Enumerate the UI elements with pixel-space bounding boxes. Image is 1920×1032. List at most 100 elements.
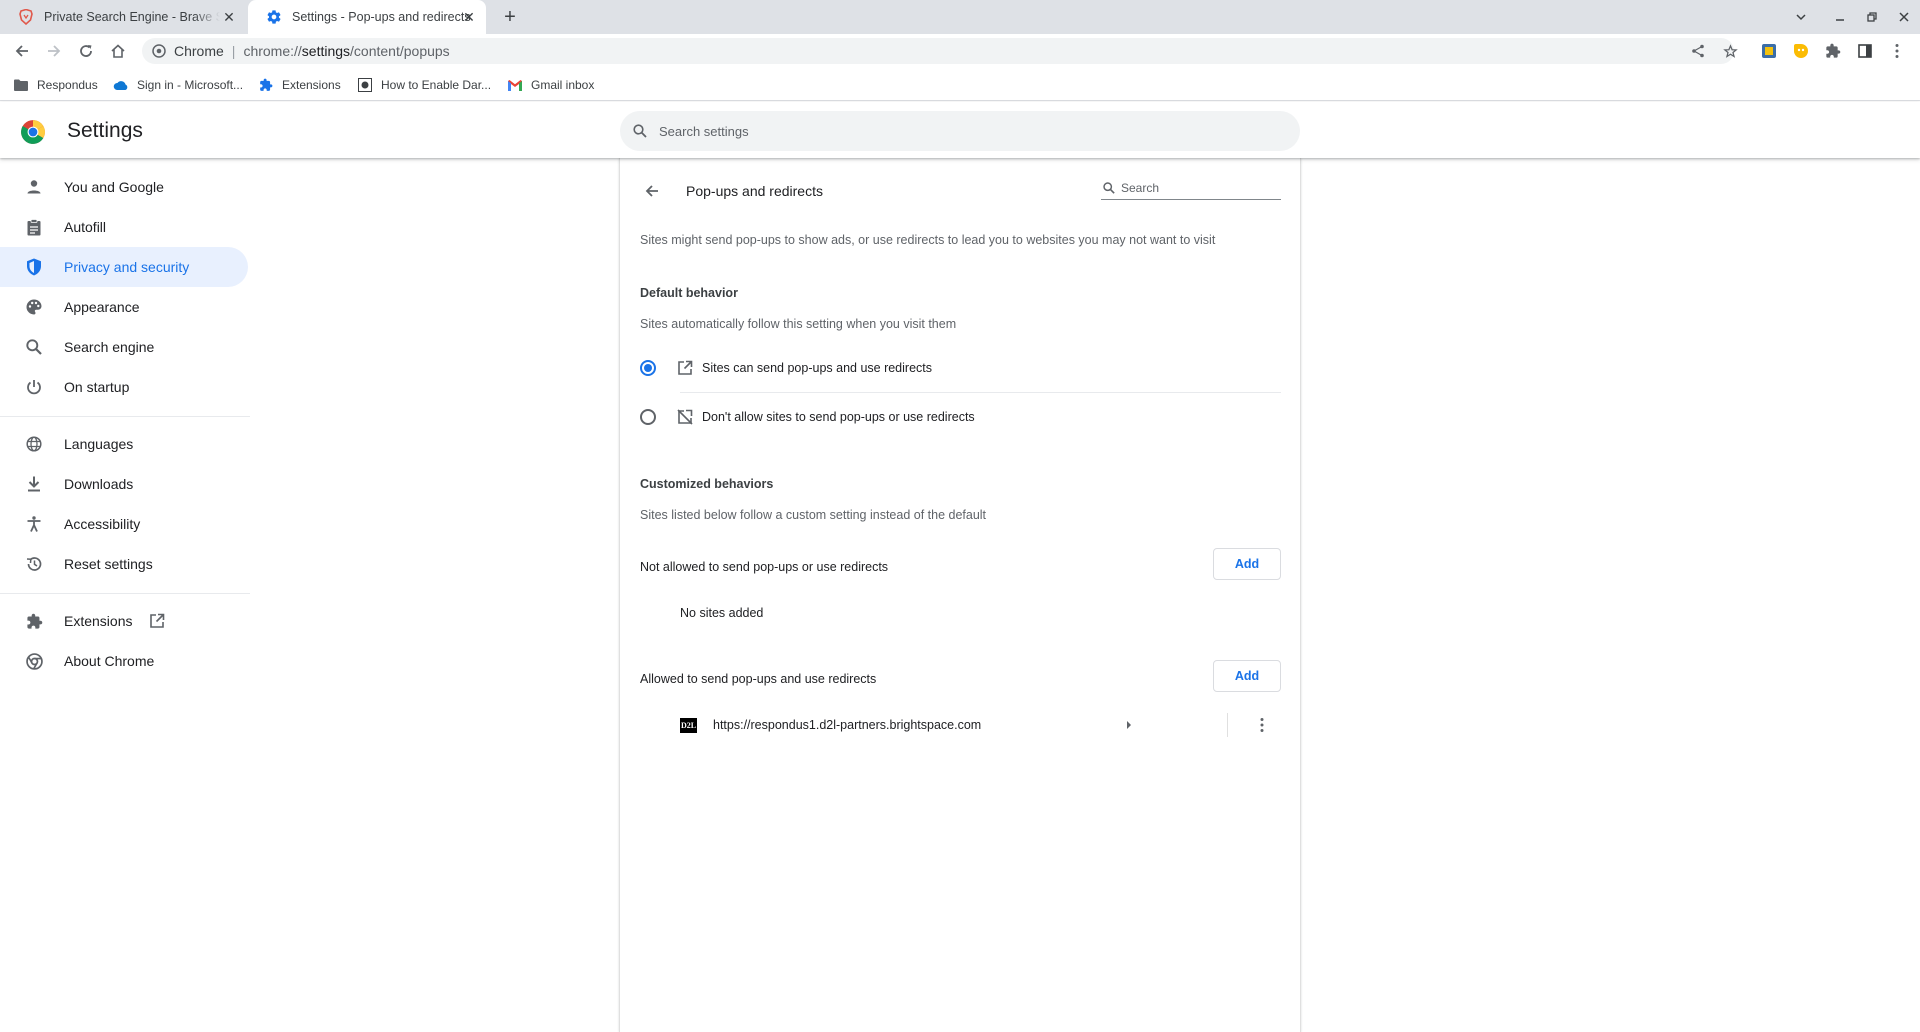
nav-about-chrome[interactable]: About Chrome [0, 641, 248, 681]
reload-icon[interactable] [74, 39, 98, 63]
radio-button-unselected[interactable] [640, 409, 656, 425]
radio-block-popups[interactable]: Don't allow sites to send pop-ups or use… [640, 397, 1281, 437]
forward-arrow-icon[interactable] [42, 39, 66, 63]
site-chip-label: Chrome [174, 43, 224, 59]
shield-icon [24, 257, 44, 277]
tab-title: Private Search Engine - Brave Search [44, 10, 220, 24]
nav-label: Accessibility [64, 516, 141, 532]
nav-downloads[interactable]: Downloads [0, 464, 248, 504]
no-sites-added-text: No sites added [680, 606, 764, 620]
nav-you-and-google[interactable]: You and Google [0, 167, 248, 207]
default-behavior-subtext: Sites automatically follow this setting … [640, 317, 957, 331]
nav-label: Search engine [64, 339, 155, 355]
back-arrow-icon[interactable] [10, 39, 34, 63]
arrow-right-icon[interactable] [1125, 719, 1133, 731]
radio-button-selected[interactable] [640, 360, 656, 376]
radio-allow-popups[interactable]: Sites can send pop-ups and use redirects [640, 348, 1281, 388]
nav-appearance[interactable]: Appearance [0, 287, 248, 327]
option-divider [680, 392, 1281, 393]
more-vert-icon[interactable] [1885, 39, 1909, 63]
nav-divider [0, 416, 250, 417]
chrome-site-icon[interactable] [152, 44, 166, 58]
close-tab-icon[interactable]: ✕ [220, 8, 238, 26]
site-favicon-icon [357, 77, 373, 93]
more-actions-icon[interactable] [1260, 717, 1264, 733]
bookmark-gmail[interactable]: Gmail inbox [507, 76, 594, 94]
add-allowed-site-button[interactable]: Add [1213, 660, 1281, 692]
site-search-placeholder: Search [1121, 180, 1160, 195]
person-icon [24, 177, 44, 197]
nav-label: Reset settings [64, 556, 153, 572]
pacman-extension-icon[interactable] [1789, 39, 1813, 63]
add-blocked-site-button[interactable]: Add [1213, 548, 1281, 580]
allowed-site-row[interactable]: D2L https://respondus1.d2l-partners.brig… [640, 705, 1281, 745]
omnibox-divider: | [231, 43, 236, 59]
close-tab-icon[interactable]: ✕ [460, 8, 478, 26]
url-text: chrome://settings/content/popups [243, 43, 450, 59]
nav-label: Appearance [64, 299, 140, 315]
power-icon [24, 377, 44, 397]
customized-behaviors-heading: Customized behaviors [640, 477, 774, 491]
bookmark-extensions[interactable]: Extensions [258, 76, 341, 94]
site-url: https://respondus1.d2l-partners.brightsp… [713, 718, 982, 732]
share-icon[interactable] [1686, 39, 1710, 63]
nav-on-startup[interactable]: On startup [0, 367, 248, 407]
settings-search-input[interactable]: Search settings [620, 111, 1300, 151]
puzzle-icon [258, 77, 274, 93]
home-icon[interactable] [106, 39, 130, 63]
tab-settings-popups[interactable]: Settings - Pop-ups and redirects ✕ [248, 0, 486, 34]
close-window-icon[interactable] [1888, 0, 1920, 34]
nav-reset-settings[interactable]: Reset settings [0, 544, 248, 584]
nav-autofill[interactable]: Autofill [0, 207, 248, 247]
folder-icon [13, 77, 29, 93]
chevron-down-icon[interactable] [1785, 0, 1817, 34]
extension-badge-icon[interactable] [1757, 39, 1781, 63]
nav-privacy-and-security[interactable]: Privacy and security [0, 247, 248, 287]
side-panel-icon[interactable] [1853, 39, 1877, 63]
globe-icon [24, 434, 44, 454]
nav-languages[interactable]: Languages [0, 424, 248, 464]
bookmark-star-icon[interactable] [1718, 39, 1742, 63]
nav-search-engine[interactable]: Search engine [0, 327, 248, 367]
back-arrow-icon[interactable] [640, 179, 664, 203]
nav-label: Autofill [64, 219, 107, 235]
download-icon [24, 474, 44, 494]
default-behavior-heading: Default behavior [640, 286, 738, 300]
allowed-list-label: Allowed to send pop-ups and use redirect… [640, 672, 877, 686]
nav-extensions[interactable]: Extensions [0, 601, 248, 641]
minimize-icon[interactable] [1824, 0, 1856, 34]
bookmark-how-to-enable[interactable]: How to Enable Dar... [357, 76, 491, 94]
page-title: Pop-ups and redirects [686, 183, 823, 199]
site-search-input[interactable]: Search [1101, 176, 1281, 200]
bookmark-microsoft-signin[interactable]: Sign in - Microsoft... [113, 76, 243, 94]
subpage-header: Pop-ups and redirects [640, 176, 823, 206]
page-description: Sites might send pop-ups to show ads, or… [640, 233, 1216, 247]
address-bar[interactable]: Chrome | chrome://settings/content/popup… [142, 38, 1734, 64]
browser-toolbar: Chrome | chrome://settings/content/popup… [0, 34, 1920, 68]
extensions-puzzle-icon[interactable] [1821, 39, 1845, 63]
popup-blocked-icon [676, 408, 694, 426]
brave-lion-icon [18, 9, 34, 25]
browser-window: Private Search Engine - Brave Search ✕ S… [0, 0, 1920, 1032]
radio-label: Don't allow sites to send pop-ups or use… [702, 410, 975, 424]
tab-title: Settings - Pop-ups and redirects [292, 10, 471, 24]
accessibility-icon [24, 514, 44, 534]
nav-label: On startup [64, 379, 130, 395]
tab-strip: Private Search Engine - Brave Search ✕ S… [0, 0, 1920, 34]
gmail-icon [507, 77, 523, 93]
onedrive-cloud-icon [113, 77, 129, 93]
bookmark-label: Gmail inbox [531, 78, 595, 92]
nav-accessibility[interactable]: Accessibility [0, 504, 248, 544]
popups-settings-card: Pop-ups and redirects Search Sites might… [619, 158, 1301, 1032]
bookmark-label: Respondus [37, 78, 98, 92]
blocked-list-label: Not allowed to send pop-ups or use redir… [640, 560, 889, 574]
chrome-icon [24, 651, 44, 671]
bookmark-label: Extensions [282, 78, 341, 92]
bookmark-respondus[interactable]: Respondus [13, 76, 98, 94]
tab-brave-search[interactable]: Private Search Engine - Brave Search ✕ [0, 0, 246, 34]
restore-icon[interactable] [1856, 0, 1888, 34]
history-icon [24, 554, 44, 574]
search-icon [24, 337, 44, 357]
nav-label: You and Google [64, 179, 164, 195]
new-tab-button[interactable]: + [498, 5, 522, 29]
